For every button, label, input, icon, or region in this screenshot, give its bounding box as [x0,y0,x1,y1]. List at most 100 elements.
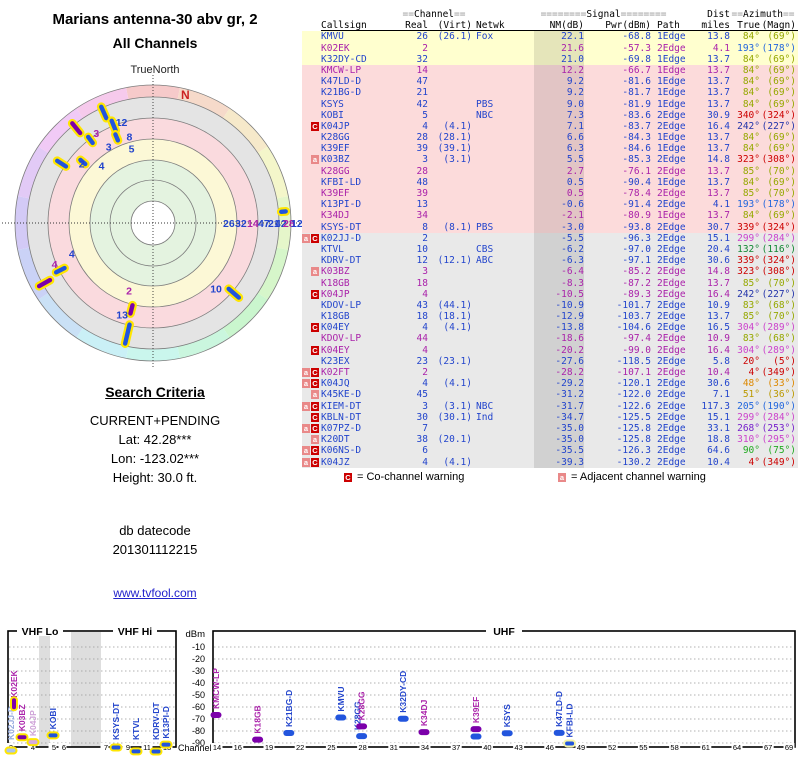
warning-badge-cell [302,143,321,154]
cell-power-dbm: -122.6 [616,400,651,412]
table-row: K34DJ 34 -2.1 -80.9 1Edge 13.7 84° (69°) [302,210,798,222]
cell-network [472,87,508,98]
cell-power-dbm: -125.8 [616,434,651,446]
warning-badge-cell: aC [302,378,321,389]
fm-band [71,632,101,747]
cell-path: 1Edge [657,76,686,88]
cell-true-azimuth: 4° [748,367,760,379]
col-path: Path [657,20,680,32]
table-row: KDOV-LP 44 -18.6 -97.4 2Edge 10.9 83° (6… [302,333,798,345]
adjacent-warning-badge: a [302,423,310,433]
cell-callsign: K34DJ [321,210,350,222]
cell-true-azimuth: 268° [737,422,760,434]
co-channel-warning-badge: C [311,423,319,433]
cell-true-azimuth: 48° [742,378,760,390]
cell-power-dbm: -76.1 [622,165,651,177]
cell-virtual-channel: (26.1) [437,31,472,43]
cell-true-azimuth: 84° [742,143,760,155]
co-channel-warning-badge: C [311,121,319,131]
cell-nm-db: 7.3 [508,109,584,121]
cell-path: 1Edge [657,31,686,43]
cell-path: 2Edge [657,322,686,334]
cell-distance-miles: 64.6 [707,445,730,457]
chart-station-pill [159,740,173,749]
channel-tick-label: 49 [577,743,585,752]
chart-station-label: K03BZ [17,704,27,731]
cell-distance-miles: 16.4 [707,344,730,356]
chart-station-pill [26,738,40,747]
cell-true-azimuth: 84° [742,132,760,144]
table-row: KSYS 42 PBS 9.0 -81.9 1Edge 13.7 84° (69… [302,98,798,110]
cell-distance-miles: 13.7 [707,132,730,144]
cell-real-channel: 30 [416,411,428,423]
cell-true-azimuth: 84° [742,64,760,76]
channel-tick-label: 67 [764,743,772,752]
cell-nm-db: -10.5 [508,288,584,300]
cell-magnetic-azimuth: (295°) [761,434,796,446]
cell-virtual-channel: (28.1) [437,132,472,144]
cell-real-channel: 7 [422,422,428,434]
cell-magnetic-azimuth: (308°) [761,266,796,278]
cell-callsign: K03BZ [321,154,350,166]
table-row: KMVU 26 (26.1) Fox 22.1 -68.8 1Edge 13.8… [302,31,798,43]
dbm-tick-label: -10 [192,642,205,652]
cell-true-azimuth: 84° [742,53,760,65]
table-row: K28GG 28 2.7 -76.1 2Edge 13.7 85° (70°) [302,165,798,177]
cell-callsign: K02JJ-D [321,232,362,244]
chart-station-pill [470,733,482,740]
cell-true-azimuth: 304° [737,344,760,356]
cell-path: 1Edge [657,64,686,76]
dbm-tick-label: -80 [192,726,205,736]
table-row: C K04JP 4 (4.1) 7.1 -83.7 2Edge 16.4 242… [302,120,798,133]
cell-true-azimuth: 132° [737,243,760,255]
chart-station-label: K34DJ [419,699,429,726]
table-row: aC K04JZ 4 (4.1) -39.3 -130.2 2Edge 10.4… [302,456,798,468]
cell-network [472,177,508,188]
station-table-body: KMVU 26 (26.1) Fox 22.1 -68.8 1Edge 13.8… [302,31,798,468]
warning-badge-cell [302,300,321,311]
cell-magnetic-azimuth: (70°) [767,165,796,177]
table-row: aC K04JQ 4 (4.1) -29.2 -120.1 2Edge 30.6… [302,378,798,390]
cell-power-dbm: -91.4 [622,199,651,211]
cell-magnetic-azimuth: (227°) [761,120,796,132]
cell-virtual-channel: (4.1) [443,322,472,334]
cell-virtual-channel [428,445,472,456]
cell-distance-miles: 10.9 [707,333,730,345]
channel-tick-label: 28 [358,743,366,752]
cell-nm-db: -3.0 [508,221,584,233]
cell-real-channel: 4 [422,378,428,390]
cell-network [472,76,508,87]
cell-power-dbm: -99.0 [622,344,651,356]
cell-real-channel: 44 [416,333,428,345]
cell-callsign: K04JP [321,288,350,300]
co-channel-warning-badge: C [311,401,319,411]
cell-distance-miles: 16.4 [707,288,730,300]
cell-magnetic-azimuth: (69°) [767,76,796,88]
cell-true-azimuth: 83° [742,333,760,345]
cell-true-azimuth: 339° [737,221,760,233]
cell-magnetic-azimuth: (324°) [761,255,796,267]
cell-true-azimuth: 90° [742,445,760,457]
col-nm: NM(dB) [549,20,584,32]
cell-magnetic-azimuth: (68°) [767,333,796,345]
table-row: a K45KE-D 45 -31.2 -122.0 2Edge 7.1 51° … [302,389,798,401]
cell-nm-db: -18.6 [508,333,584,345]
cell-virtual-channel [428,87,472,98]
cell-true-azimuth: 323° [737,266,760,278]
warning-badge-cell [302,87,321,98]
cell-magnetic-azimuth: (349°) [761,367,796,379]
legend-co-channel: C = Co-channel warning [344,471,464,483]
warning-badge-cell: a [302,434,321,445]
tvfool-link[interactable]: www.tvfool.com [113,586,196,600]
cell-callsign: KMVU [321,31,344,43]
cell-power-dbm: -81.7 [622,87,651,99]
table-row: C KBLN-DT 30 (30.1) Ind -34.7 -125.5 2Ed… [302,411,798,423]
cell-path: 2Edge [657,456,686,468]
cell-virtual-channel [428,177,472,188]
cell-magnetic-azimuth: (116°) [761,243,796,255]
warning-badge-cell: a [302,389,321,400]
cell-network [472,289,508,300]
co-channel-warning-badge: C [311,412,319,422]
tvfool-link-wrap: www.tvfool.com [25,586,285,600]
cell-nm-db: 21.0 [508,53,584,65]
